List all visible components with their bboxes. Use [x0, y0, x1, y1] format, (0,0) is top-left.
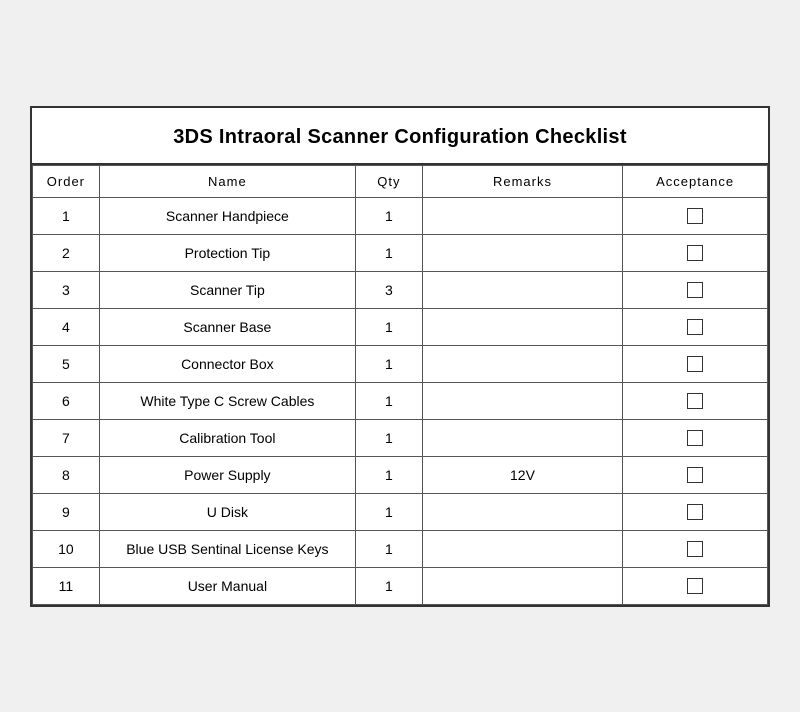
cell-order: 8 [33, 456, 100, 493]
acceptance-checkbox[interactable] [687, 393, 703, 409]
cell-remarks [422, 234, 622, 271]
cell-acceptance [623, 345, 768, 382]
cell-acceptance [623, 419, 768, 456]
cell-order: 9 [33, 493, 100, 530]
cell-name: Power Supply [99, 456, 355, 493]
cell-remarks [422, 419, 622, 456]
cell-name: Calibration Tool [99, 419, 355, 456]
cell-acceptance [623, 567, 768, 604]
header-acceptance: Acceptance [623, 165, 768, 197]
acceptance-checkbox[interactable] [687, 541, 703, 557]
cell-qty: 1 [355, 382, 422, 419]
cell-remarks [422, 382, 622, 419]
cell-qty: 1 [355, 567, 422, 604]
cell-qty: 1 [355, 345, 422, 382]
table-row: 7Calibration Tool1 [33, 419, 768, 456]
acceptance-checkbox[interactable] [687, 245, 703, 261]
table-row: 6White Type C Screw Cables1 [33, 382, 768, 419]
cell-order: 3 [33, 271, 100, 308]
table-body: 1Scanner Handpiece12Protection Tip13Scan… [33, 197, 768, 604]
header-remarks: Remarks [422, 165, 622, 197]
cell-acceptance [623, 493, 768, 530]
acceptance-checkbox[interactable] [687, 578, 703, 594]
cell-name: Blue USB Sentinal License Keys [99, 530, 355, 567]
cell-remarks [422, 530, 622, 567]
cell-order: 1 [33, 197, 100, 234]
cell-acceptance [623, 456, 768, 493]
checklist-table: Order Name Qty Remarks Acceptance 1Scann… [32, 165, 768, 605]
cell-qty: 3 [355, 271, 422, 308]
cell-name: Scanner Base [99, 308, 355, 345]
cell-order: 6 [33, 382, 100, 419]
cell-acceptance [623, 308, 768, 345]
header-qty: Qty [355, 165, 422, 197]
table-header-row: Order Name Qty Remarks Acceptance [33, 165, 768, 197]
cell-remarks [422, 271, 622, 308]
cell-order: 7 [33, 419, 100, 456]
acceptance-checkbox[interactable] [687, 467, 703, 483]
cell-acceptance [623, 197, 768, 234]
cell-remarks [422, 567, 622, 604]
acceptance-checkbox[interactable] [687, 430, 703, 446]
cell-acceptance [623, 530, 768, 567]
cell-qty: 1 [355, 197, 422, 234]
cell-name: U Disk [99, 493, 355, 530]
header-name: Name [99, 165, 355, 197]
cell-name: Scanner Tip [99, 271, 355, 308]
cell-name: White Type C Screw Cables [99, 382, 355, 419]
checklist-container: 3DS Intraoral Scanner Configuration Chec… [30, 106, 770, 607]
acceptance-checkbox[interactable] [687, 319, 703, 335]
table-row: 5Connector Box1 [33, 345, 768, 382]
table-row: 9U Disk1 [33, 493, 768, 530]
cell-acceptance [623, 234, 768, 271]
cell-acceptance [623, 382, 768, 419]
acceptance-checkbox[interactable] [687, 356, 703, 372]
table-row: 10Blue USB Sentinal License Keys1 [33, 530, 768, 567]
cell-qty: 1 [355, 419, 422, 456]
cell-name: Connector Box [99, 345, 355, 382]
cell-order: 5 [33, 345, 100, 382]
table-row: 3Scanner Tip3 [33, 271, 768, 308]
cell-acceptance [623, 271, 768, 308]
cell-remarks [422, 308, 622, 345]
cell-qty: 1 [355, 530, 422, 567]
cell-order: 10 [33, 530, 100, 567]
cell-qty: 1 [355, 493, 422, 530]
cell-remarks: 12V [422, 456, 622, 493]
table-row: 11User Manual1 [33, 567, 768, 604]
cell-qty: 1 [355, 308, 422, 345]
cell-order: 4 [33, 308, 100, 345]
cell-qty: 1 [355, 456, 422, 493]
cell-remarks [422, 493, 622, 530]
cell-name: User Manual [99, 567, 355, 604]
header-order: Order [33, 165, 100, 197]
acceptance-checkbox[interactable] [687, 504, 703, 520]
cell-name: Scanner Handpiece [99, 197, 355, 234]
table-row: 1Scanner Handpiece1 [33, 197, 768, 234]
cell-remarks [422, 197, 622, 234]
cell-qty: 1 [355, 234, 422, 271]
table-row: 8Power Supply112V [33, 456, 768, 493]
cell-name: Protection Tip [99, 234, 355, 271]
checklist-title: 3DS Intraoral Scanner Configuration Chec… [32, 108, 768, 165]
table-row: 2Protection Tip1 [33, 234, 768, 271]
cell-order: 11 [33, 567, 100, 604]
cell-order: 2 [33, 234, 100, 271]
acceptance-checkbox[interactable] [687, 282, 703, 298]
acceptance-checkbox[interactable] [687, 208, 703, 224]
table-row: 4Scanner Base1 [33, 308, 768, 345]
cell-remarks [422, 345, 622, 382]
